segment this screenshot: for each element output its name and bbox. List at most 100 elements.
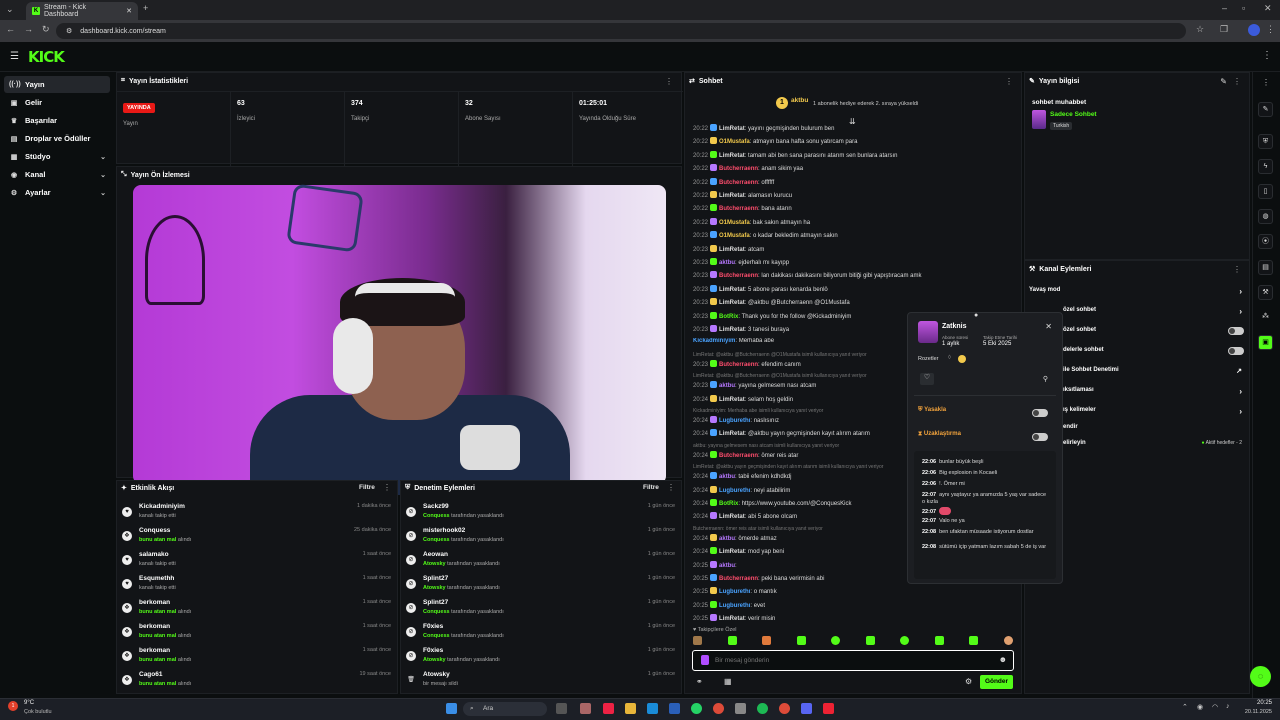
kick-logo[interactable]: KICK bbox=[28, 48, 65, 66]
spotify-icon[interactable] bbox=[757, 703, 768, 714]
action-row[interactable]: özel sohbet bbox=[1063, 327, 1244, 341]
message-username[interactable]: Butcherraenn bbox=[719, 453, 758, 459]
message-username[interactable]: Butcherraenn bbox=[719, 180, 758, 186]
chat-message[interactable]: 20:23 Butcherraenn: lan dakikası dakikası… bbox=[693, 271, 1003, 279]
calendar-icon[interactable]: ▦ bbox=[724, 677, 732, 686]
emoji-icon[interactable]: ☻ bbox=[999, 655, 1007, 664]
message-username[interactable]: aktbu bbox=[719, 563, 735, 569]
taskbar-search[interactable]: ⌕ Ara bbox=[463, 702, 547, 716]
bookmark-star-icon[interactable]: ☆ bbox=[1196, 24, 1204, 35]
rail-wrench-icon[interactable]: ⚒ bbox=[1258, 285, 1273, 300]
chat-message[interactable]: 20:22 O1Mustafa: atmayın bana hafta sonu … bbox=[693, 137, 1003, 145]
rail-nodes-icon[interactable]: ⁂ bbox=[1258, 310, 1273, 325]
hamburger-menu-icon[interactable]: ☰ bbox=[10, 51, 19, 62]
message-username[interactable]: LimRetat bbox=[719, 431, 745, 437]
message-username[interactable]: O1Mustafa bbox=[719, 139, 750, 145]
site-info-icon[interactable]: ⚙ bbox=[66, 27, 72, 35]
app-icon[interactable] bbox=[823, 703, 834, 714]
list-item[interactable]: ❖ berkoman bunu atan mal alındı 1 saat önce bbox=[117, 621, 397, 645]
list-item[interactable]: ⊘ misterhook02 Conquess tarafından yasakla… bbox=[401, 525, 681, 549]
task-view-icon[interactable] bbox=[556, 703, 567, 714]
volume-icon[interactable]: ♪ bbox=[1226, 703, 1230, 710]
rail-chat-icon[interactable]: ◍ bbox=[1258, 209, 1273, 224]
sidebar-item-droplar[interactable]: ▤ Droplar ve Ödüller bbox=[4, 130, 110, 147]
whatsapp-icon[interactable] bbox=[691, 703, 702, 714]
rail-bag-icon[interactable]: ▤ bbox=[1258, 260, 1273, 275]
emote-icon[interactable] bbox=[969, 636, 979, 645]
message-username[interactable]: Butcherraenn bbox=[719, 273, 758, 279]
browser-menu-icon[interactable]: ⋮ bbox=[1266, 24, 1275, 35]
chat-message[interactable]: 20:22 Butcherraenn: anam sikim yaa bbox=[693, 164, 1003, 172]
chat-message[interactable]: 20:25 Lugburethı: o mantık bbox=[693, 587, 1003, 595]
close-window-icon[interactable]: ✕ bbox=[1264, 3, 1272, 14]
list-item[interactable]: ⊘ Sackz99 Conquess tarafından yasaklandı 1 … bbox=[401, 501, 681, 525]
message-username[interactable]: Butcherraenn bbox=[719, 166, 758, 172]
list-item[interactable]: ♥ Esqumethh kanalı takip etti 1 saat önce bbox=[117, 573, 397, 597]
wifi-icon[interactable]: ◠ bbox=[1212, 703, 1218, 711]
list-item[interactable]: ⊘ Splint27 Atowsky tarafından yasaklandı 1 … bbox=[401, 573, 681, 597]
emote-icon[interactable] bbox=[762, 636, 772, 645]
file-explorer-icon[interactable] bbox=[625, 703, 636, 714]
message-username[interactable]: LimRetat bbox=[719, 514, 745, 520]
stream-info-menu-icon[interactable]: ⋮ bbox=[1233, 77, 1241, 86]
list-item[interactable]: ⊘ F0xies Atowsky tarafından yasaklandı 1 gü… bbox=[401, 645, 681, 669]
chat-input-box[interactable]: ☻ bbox=[692, 650, 1014, 671]
chat-message[interactable]: 20:23 aktbu: ejderhalı mı kayıpp bbox=[693, 258, 1003, 266]
chat-message[interactable]: 20:25 Lugburethı: evet bbox=[693, 600, 1003, 609]
clock-time[interactable]: 20:25 bbox=[1242, 700, 1272, 706]
message-username[interactable]: BotRix bbox=[719, 314, 738, 320]
action-row[interactable]: delerle sohbet bbox=[1063, 347, 1244, 361]
ban-toggle[interactable] bbox=[1032, 409, 1048, 417]
list-item[interactable]: ❖ berkoman bunu atan mal alındı 1 saat önce bbox=[117, 645, 397, 669]
rail-broadcast-icon[interactable]: ⦿ bbox=[1258, 234, 1273, 249]
help-chat-button[interactable]: ◌ bbox=[1250, 666, 1271, 687]
toggle-switch[interactable] bbox=[1228, 347, 1244, 355]
list-item[interactable]: ⊘ Aeowan Atowsky tarafından yasaklandı 1 gü… bbox=[401, 549, 681, 573]
message-username[interactable]: aktbu bbox=[719, 383, 735, 389]
sidebar-item-studyo[interactable]: ▦ Stüdyo ⌄ bbox=[4, 148, 110, 165]
app-icon[interactable] bbox=[669, 703, 680, 714]
close-icon[interactable]: ✕ bbox=[1045, 322, 1052, 331]
app-icon[interactable] bbox=[580, 703, 591, 714]
message-username[interactable]: LimRetat bbox=[719, 247, 745, 253]
chrome-icon[interactable] bbox=[779, 703, 790, 714]
action-slow-mode[interactable]: Yavaş mod › bbox=[1029, 287, 1244, 301]
timeout-toggle[interactable] bbox=[1032, 433, 1048, 441]
message-username[interactable]: Lugburethı bbox=[719, 488, 750, 494]
chat-message[interactable]: 20:22 Butcherraenn: bana atarın bbox=[693, 204, 1003, 212]
action-row[interactable]: ile Sohbet Denetimi ↗ bbox=[1063, 367, 1244, 381]
chat-settings-icon[interactable]: ⚙ bbox=[965, 677, 972, 686]
browser-tab[interactable]: K Stream - Kick Dashboard ✕ bbox=[26, 2, 138, 20]
language-icon[interactable]: ◉ bbox=[1197, 703, 1203, 711]
emote-icon[interactable] bbox=[796, 636, 806, 645]
message-username[interactable]: Butcherraenn bbox=[719, 576, 758, 582]
list-item[interactable]: ♥ Kickadminiyim kanalı takip etti 1 dakika… bbox=[117, 501, 397, 525]
channel-actions-menu-icon[interactable]: ⋮ bbox=[1233, 265, 1241, 274]
app-icon[interactable] bbox=[603, 703, 614, 714]
user-card-username[interactable]: Zatknis bbox=[942, 323, 967, 330]
chrome-icon[interactable] bbox=[713, 703, 724, 714]
emote-icon[interactable] bbox=[727, 636, 737, 645]
chat-message[interactable]: 20:23 LimRetat: @aktbu @Butcherraenn @O1M… bbox=[693, 298, 1003, 306]
message-username[interactable]: Lugburethı bbox=[719, 418, 750, 424]
chat-message[interactable]: 20:22 LimRetat: alamasın kurucu bbox=[693, 191, 1003, 199]
list-item[interactable]: ❖ Cago61 bunu atan mal alındı 19 saat önce bbox=[117, 669, 397, 693]
minimize-icon[interactable]: – bbox=[1222, 3, 1227, 13]
message-username[interactable]: aktbu bbox=[719, 260, 735, 266]
back-icon[interactable]: ← bbox=[6, 24, 15, 34]
maximize-icon[interactable]: ▫ bbox=[1242, 3, 1245, 13]
sidebar-item-basarilar[interactable]: ♛ Başarılar bbox=[4, 112, 110, 129]
rail-bolt-icon[interactable]: ϟ bbox=[1258, 159, 1273, 174]
reload-icon[interactable]: ↻ bbox=[42, 24, 50, 35]
account-menu-icon[interactable]: ⋮ bbox=[1262, 50, 1272, 61]
chat-input[interactable] bbox=[715, 654, 985, 667]
edge-icon[interactable] bbox=[647, 703, 658, 714]
app-icon[interactable] bbox=[735, 703, 746, 714]
list-item[interactable]: ♥ salamako kanalı takip etti 1 saat önce bbox=[117, 549, 397, 573]
action-row[interactable]: ıksıtlaması › bbox=[1063, 387, 1244, 401]
send-button[interactable]: Gönder bbox=[980, 675, 1013, 689]
message-username[interactable]: LimRetat bbox=[719, 327, 745, 333]
chat-message[interactable]: 20:22 LimRetat: tamam abi ben sana parası… bbox=[693, 150, 1003, 159]
action-row[interactable]: endir bbox=[1063, 424, 1244, 438]
stats-menu-icon[interactable]: ⋮ bbox=[665, 77, 673, 86]
